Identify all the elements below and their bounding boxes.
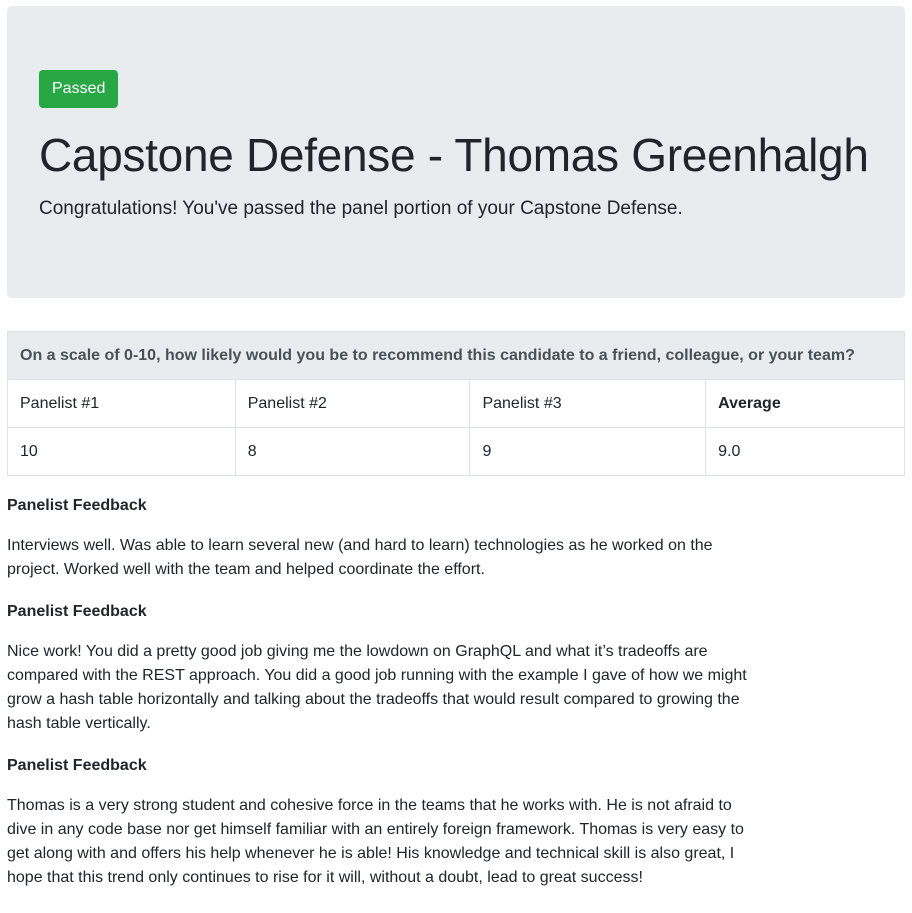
page: Passed Capstone Defense - Thomas Greenha…: [0, 0, 912, 913]
score-average: 9.0: [705, 427, 905, 476]
score-panelist-3: 9: [469, 427, 707, 476]
feedback-body: Interviews well. Was able to learn sever…: [7, 537, 713, 578]
feedback-heading: Panelist Feedback: [7, 603, 147, 620]
status-badge: Passed: [39, 70, 119, 108]
header-average: Average: [705, 379, 905, 428]
score-panelist-1: 10: [7, 427, 236, 476]
feedback-section: Panelist Feedback Interviews well. Was a…: [7, 496, 747, 890]
feedback-heading: Panelist Feedback: [7, 757, 147, 774]
header-panelist-3: Panelist #3: [469, 379, 707, 428]
feedback-item: Panelist Feedback Interviews well. Was a…: [7, 496, 747, 582]
question-row: On a scale of 0-10, how likely would you…: [7, 331, 905, 380]
table-row: Panelist #1 Panelist #2 Panelist #3 Aver…: [7, 379, 905, 428]
scores-table: On a scale of 0-10, how likely would you…: [7, 331, 905, 476]
feedback-item: Panelist Feedback Thomas is a very stron…: [7, 756, 747, 890]
hero-banner: Passed Capstone Defense - Thomas Greenha…: [7, 6, 905, 298]
lead-message: You've passed the panel portion of your …: [177, 198, 683, 219]
feedback-item: Panelist Feedback Nice work! You did a p…: [7, 602, 747, 736]
feedback-heading: Panelist Feedback: [7, 497, 147, 514]
header-panelist-1: Panelist #1: [7, 379, 236, 428]
table-row: 10 8 9 9.0: [7, 427, 905, 476]
lead-congrats: Congratulations!: [39, 198, 178, 219]
feedback-body: Nice work! You did a pretty good job giv…: [7, 643, 747, 732]
recommend-question: On a scale of 0-10, how likely would you…: [7, 331, 905, 380]
page-title: Capstone Defense - Thomas Greenhalgh: [39, 129, 869, 181]
score-panelist-2: 8: [234, 427, 471, 476]
feedback-body: Thomas is a very strong student and cohe…: [7, 797, 744, 886]
header-panelist-2: Panelist #2: [234, 379, 471, 428]
lead-text: Congratulations! You've passed the panel…: [39, 196, 873, 222]
